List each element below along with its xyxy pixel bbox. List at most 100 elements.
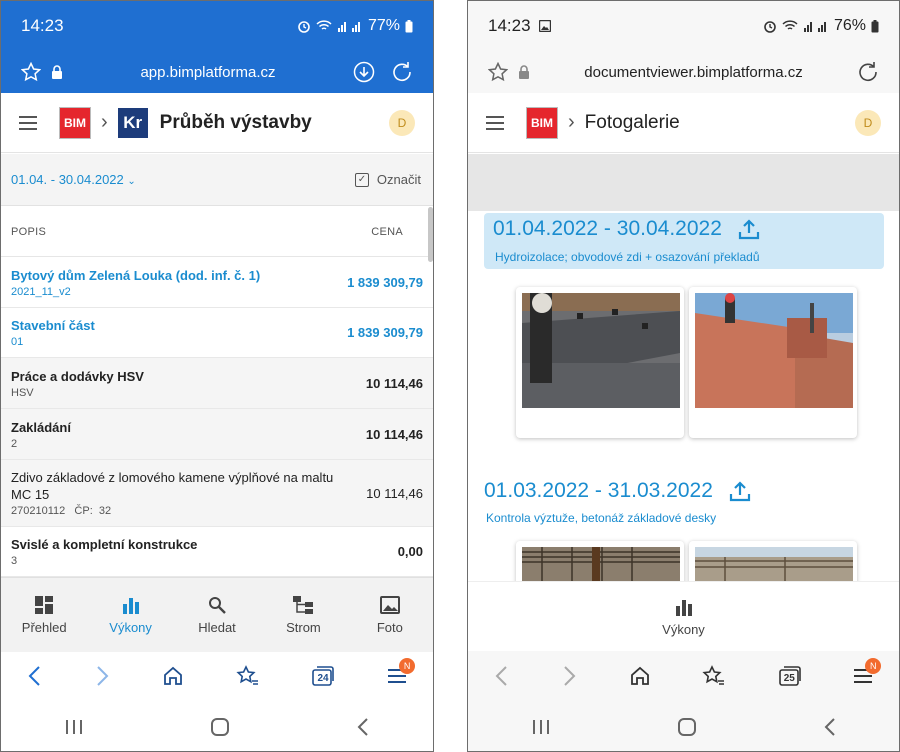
avatar[interactable]: D <box>855 109 881 136</box>
bim-logo[interactable]: BIM <box>526 106 558 139</box>
phone-right: 14:23 76% documentviewer.bimplatforma.cz… <box>467 0 900 752</box>
item-code: 270210112 ČP: 32 <box>11 505 112 517</box>
list-item[interactable]: Práce a dodávky HSV HSV 10 114,46 <box>1 358 433 409</box>
home-button-icon[interactable] <box>677 717 697 737</box>
nav-label: Přehled <box>21 619 67 635</box>
upload-icon[interactable] <box>738 218 760 240</box>
battery-percent: 77% <box>367 17 400 34</box>
list-item[interactable]: Zakládání 2 10 114,46 <box>1 409 433 460</box>
bookmarks-icon[interactable] <box>702 665 726 687</box>
period-filter: 01.04. - 30.04.2022 ⌄ ✓ Označit <box>1 154 433 206</box>
period-range: 01.04.2022 - 30.04.2022 <box>493 217 722 240</box>
app-bar: BIM › Fotogalerie D <box>468 93 899 153</box>
nav-photo[interactable]: Foto <box>347 578 433 652</box>
system-back-icon[interactable] <box>357 718 369 736</box>
page-title: Fotogalerie <box>584 111 680 133</box>
item-price: 1 839 309,79 <box>347 274 423 290</box>
item-price: 0,00 <box>397 544 423 559</box>
battery-icon <box>405 19 413 33</box>
photo-brick-walls[interactable] <box>695 293 853 408</box>
clock: 14:23 <box>488 16 531 35</box>
url-text[interactable]: documentviewer.bimplatforma.cz <box>530 64 857 81</box>
item-code: HSV <box>11 386 34 399</box>
bookmarks-icon[interactable] <box>236 665 260 687</box>
reload-icon[interactable] <box>857 61 879 83</box>
budget-list: Bytový dům Zelená Louka (dod. inf. č. 1)… <box>1 257 433 577</box>
period-description: Kontrola výztuže, betonáž základové desk… <box>486 511 717 525</box>
breadcrumb-chevron-icon: › <box>101 111 108 133</box>
signal-icon <box>337 20 363 32</box>
tabs-icon[interactable]: 25 <box>778 665 802 687</box>
nav-label: Hledat <box>198 619 236 635</box>
nav-search[interactable]: Hledat <box>174 578 260 652</box>
list-item[interactable]: Stavební část 01 1 839 309,79 <box>1 308 433 358</box>
bottom-navigation: Přehled Výkony Hledat Strom Foto <box>1 577 433 652</box>
menu-icon[interactable]: N <box>387 658 416 684</box>
battery-icon <box>871 19 879 33</box>
list-item[interactable]: Zdivo základové z lomového kamene výplňo… <box>1 460 433 527</box>
list-item[interactable]: Svislé a kompletní konstrukce 3 0,00 <box>1 527 433 577</box>
kr-logo[interactable]: Kr <box>117 107 148 138</box>
tab-label: Výkony <box>662 621 705 637</box>
nav-tree[interactable]: Strom <box>260 578 346 652</box>
list-item[interactable]: Bytový dům Zelená Louka (dod. inf. č. 1)… <box>1 257 433 308</box>
upload-icon[interactable] <box>729 480 751 502</box>
menu-icon[interactable] <box>486 115 504 130</box>
photo-gallery: 01.04.2022 - 30.04.2022 Hydroizolace; ob… <box>468 211 899 581</box>
bim-logo[interactable]: BIM <box>59 106 91 139</box>
url-text[interactable]: app.bimplatforma.cz <box>63 64 353 81</box>
tabs-icon[interactable]: 24 <box>311 665 335 687</box>
nav-overview[interactable]: Přehled <box>1 578 87 652</box>
menu-icon[interactable] <box>19 115 37 130</box>
forward-icon[interactable] <box>561 665 577 687</box>
tabs-count: 24 <box>317 673 329 684</box>
item-price: 10 114,46 <box>365 375 423 391</box>
recents-icon[interactable] <box>65 719 83 735</box>
gallery-notification-icon <box>538 20 551 32</box>
status-bar: 14:23 77% <box>1 1 433 51</box>
lock-icon <box>51 65 63 79</box>
bottom-tab[interactable]: Výkony <box>468 581 899 652</box>
system-back-icon[interactable] <box>824 718 836 736</box>
star-icon[interactable] <box>488 62 508 82</box>
period-selector[interactable]: 01.04. - 30.04.2022 ⌄ <box>11 172 355 187</box>
page-title: Průběh výstavby <box>159 111 312 133</box>
url-bar[interactable]: app.bimplatforma.cz <box>1 51 433 93</box>
reload-icon[interactable] <box>391 61 413 83</box>
item-price: 10 114,46 <box>366 485 423 501</box>
avatar[interactable]: D <box>389 109 415 136</box>
image-icon <box>379 595 400 614</box>
signal-icon <box>803 20 829 32</box>
bar-chart-icon <box>122 596 140 614</box>
item-price: 1 839 309,79 <box>347 325 423 340</box>
home-icon[interactable] <box>162 665 184 687</box>
scrollbar[interactable] <box>428 207 433 262</box>
wifi-icon <box>316 20 332 32</box>
photo-rebar[interactable] <box>522 547 680 581</box>
photo-card[interactable] <box>689 541 857 581</box>
photo-concrete-slab[interactable] <box>695 547 853 581</box>
home-icon[interactable] <box>629 665 651 687</box>
home-button-icon[interactable] <box>210 717 230 737</box>
photo-card[interactable] <box>516 287 684 438</box>
photo-card[interactable] <box>516 541 684 581</box>
column-description: POPIS <box>11 225 47 238</box>
back-icon[interactable] <box>27 665 43 687</box>
bar-chart-icon <box>675 598 693 616</box>
recents-icon[interactable] <box>532 719 550 735</box>
system-navigation <box>1 701 433 751</box>
nav-label: Strom <box>286 619 321 635</box>
download-icon[interactable] <box>353 61 375 83</box>
column-header: POPIS CENA <box>1 207 433 257</box>
photo-waterproofing[interactable] <box>522 293 680 408</box>
nav-performance[interactable]: Výkony <box>87 578 173 652</box>
mark-button[interactable]: ✓ Označit <box>354 172 421 187</box>
url-bar[interactable]: documentviewer.bimplatforma.cz <box>468 51 899 93</box>
star-icon[interactable] <box>21 62 41 82</box>
back-icon[interactable] <box>494 665 510 687</box>
nav-label: Výkony <box>109 619 152 635</box>
photo-card[interactable] <box>689 287 857 438</box>
item-title: Zdivo základové z lomového kamene výplňo… <box>11 470 334 502</box>
forward-icon[interactable] <box>94 665 110 687</box>
menu-icon[interactable]: N <box>853 658 882 684</box>
